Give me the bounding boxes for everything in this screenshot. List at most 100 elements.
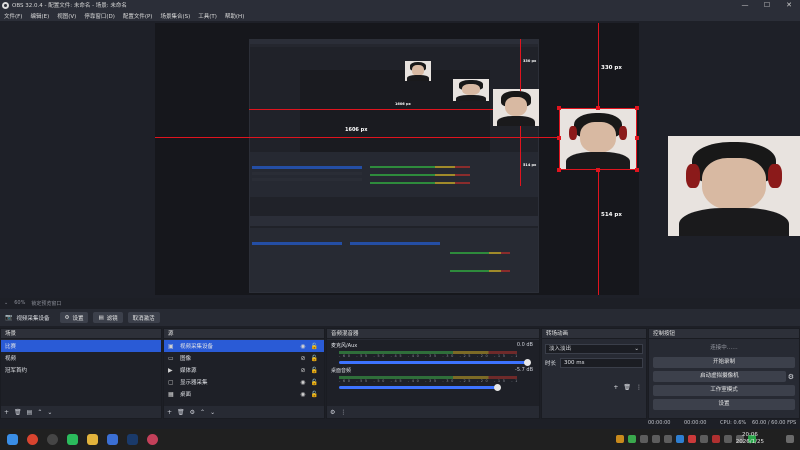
more-icon[interactable]: ⋮ [636, 384, 642, 391]
scene-item[interactable]: 比赛 [1, 340, 161, 352]
more-icon[interactable]: ⋮ [340, 409, 346, 416]
start-recording-button[interactable]: 开始录制 [653, 357, 795, 368]
menu-tools[interactable]: 工具(T) [198, 12, 217, 20]
zoom-icon[interactable]: ⌄ [4, 300, 8, 306]
resize-handle-bl[interactable] [557, 168, 561, 172]
resize-handle-tl[interactable] [557, 106, 561, 110]
source-item[interactable]: ▢ 显示器采集 ◉ 🔓 [164, 376, 324, 388]
sources-title: 源 [164, 329, 324, 339]
eye-icon[interactable]: ◉ [300, 391, 305, 398]
source-filters-button[interactable]: ▤ 滤镜 [93, 312, 123, 323]
tray-icon[interactable] [640, 435, 648, 443]
menu-view[interactable]: 视图(V) [57, 12, 76, 20]
nested-measure-bottom-label: 514 px [523, 163, 537, 167]
menu-scene-collection[interactable]: 场景集合(S) [160, 12, 190, 20]
scene-item[interactable]: 冠军首约 [1, 364, 161, 376]
minimize-button[interactable]: — [734, 0, 756, 10]
resize-handle-r[interactable] [635, 136, 639, 140]
settings-button[interactable]: 设置 [653, 399, 795, 410]
menu-help[interactable]: 帮助(H) [225, 12, 244, 20]
nested-guide-left [249, 109, 493, 110]
tray-icon[interactable] [724, 435, 732, 443]
trash-icon[interactable]: 🗑 [14, 409, 22, 416]
gear-icon[interactable]: ⚙ [788, 373, 794, 381]
notification-icon[interactable] [786, 435, 794, 443]
live-time: 00:00:00 [648, 420, 671, 426]
folder-icon[interactable] [87, 434, 98, 445]
steam-icon[interactable] [127, 434, 138, 445]
add-icon[interactable]: + [4, 409, 9, 416]
gear-icon[interactable]: ⚙ [330, 409, 335, 416]
chevron-up-icon[interactable]: ⌃ [200, 409, 205, 416]
menu-file[interactable]: 文件(F) [4, 12, 22, 20]
transition-type-select[interactable]: 淡入淡出 ⌄ [545, 344, 643, 354]
tray-icon[interactable] [652, 435, 660, 443]
source-item[interactable]: ▦ 桌面 ◉ 🔓 [164, 388, 324, 400]
lock-icon[interactable]: 🔓 [311, 379, 318, 386]
resize-handle-t[interactable] [596, 106, 600, 110]
close-button[interactable]: ✕ [778, 0, 800, 10]
tray-icon[interactable] [616, 435, 624, 443]
lock-preview-toggle[interactable]: 锁定预览窗口 [31, 300, 61, 307]
eye-icon[interactable]: ◉ [300, 379, 305, 386]
zoom-level[interactable]: 60% [14, 300, 25, 306]
tray-icon[interactable] [712, 435, 720, 443]
slider-knob[interactable] [494, 384, 501, 391]
deactivate-button[interactable]: 取消激活 [127, 312, 160, 323]
chevron-up-icon[interactable]: ⌃ [37, 409, 42, 416]
start-virtual-camera-button[interactable]: 启动虚拟摄像机 [653, 371, 786, 382]
maximize-button[interactable]: ☐ [756, 0, 778, 10]
scene-item[interactable]: 视频 [1, 352, 161, 364]
camera-icon: ▣ [168, 342, 174, 350]
menu-edit[interactable]: 编辑(E) [30, 12, 49, 20]
source-item[interactable]: ▭ 图像 ⊘ 🔓 [164, 352, 324, 364]
tray-icon[interactable] [676, 435, 684, 443]
source-item[interactable]: ▶ 媒体源 ⊘ 🔓 [164, 364, 324, 376]
tray-icon[interactable] [628, 435, 636, 443]
duration-input[interactable]: 300 ms [560, 358, 643, 368]
wechat-icon[interactable] [67, 434, 78, 445]
desktop-volume-slider[interactable] [339, 384, 501, 391]
studio-mode-button[interactable]: 工作室模式 [653, 385, 795, 396]
trash-icon[interactable]: 🗑 [177, 409, 185, 416]
menu-profile[interactable]: 配置文件(P) [123, 12, 153, 20]
obs-taskbar-icon[interactable] [47, 434, 58, 445]
tray-icon[interactable] [700, 435, 708, 443]
add-icon[interactable]: + [167, 409, 172, 416]
windows-start-icon[interactable] [7, 434, 18, 445]
camera-window[interactable] [668, 136, 800, 236]
source-settings-button[interactable]: ⚙ 设置 [59, 312, 89, 323]
eye-icon[interactable]: ◉ [300, 343, 305, 350]
nested-measure-top-label: 330 px [523, 59, 537, 63]
preview-canvas[interactable]: 330 px 1606 px 514 px 330 px 1606 px 514… [155, 23, 639, 295]
taskbar-clock[interactable]: 20:06 2026/1/25 [736, 432, 764, 446]
tray-icon[interactable] [688, 435, 696, 443]
lock-icon[interactable]: 🔓 [311, 367, 318, 374]
lock-icon[interactable]: 🔓 [311, 391, 318, 398]
resize-handle-br[interactable] [635, 168, 639, 172]
tray-icon[interactable] [664, 435, 672, 443]
webcam-source-selected[interactable] [559, 108, 637, 170]
source-item[interactable]: ▣ 视频采集设备 ◉ 🔓 [164, 340, 324, 352]
lock-icon[interactable]: 🔓 [311, 343, 318, 350]
app-icon[interactable] [107, 434, 118, 445]
eye-off-icon[interactable]: ⊘ [300, 367, 305, 374]
resize-handle-l[interactable] [557, 136, 561, 140]
chrome-icon[interactable] [27, 434, 38, 445]
menu-docks[interactable]: 停靠窗口(D) [84, 12, 115, 20]
chevron-down-icon[interactable]: ⌄ [210, 409, 215, 416]
gear-icon[interactable]: ⚙ [190, 409, 195, 416]
trash-icon[interactable]: 🗑 [623, 384, 631, 391]
nested-guide-top [520, 39, 521, 91]
filter-icon[interactable]: ▤ [27, 409, 33, 416]
chevron-down-icon[interactable]: ⌄ [47, 409, 52, 416]
mic-volume-slider[interactable] [339, 359, 531, 366]
lock-icon[interactable]: 🔓 [311, 355, 318, 362]
browser-icon[interactable] [147, 434, 158, 445]
preview-area[interactable]: 330 px 1606 px 514 px 330 px 1606 px 514… [0, 21, 800, 298]
nested-webcam-preview-3 [493, 89, 539, 126]
eye-off-icon[interactable]: ⊘ [300, 355, 305, 362]
resize-handle-tr[interactable] [635, 106, 639, 110]
resize-handle-b[interactable] [596, 168, 600, 172]
add-icon[interactable]: + [613, 384, 618, 391]
